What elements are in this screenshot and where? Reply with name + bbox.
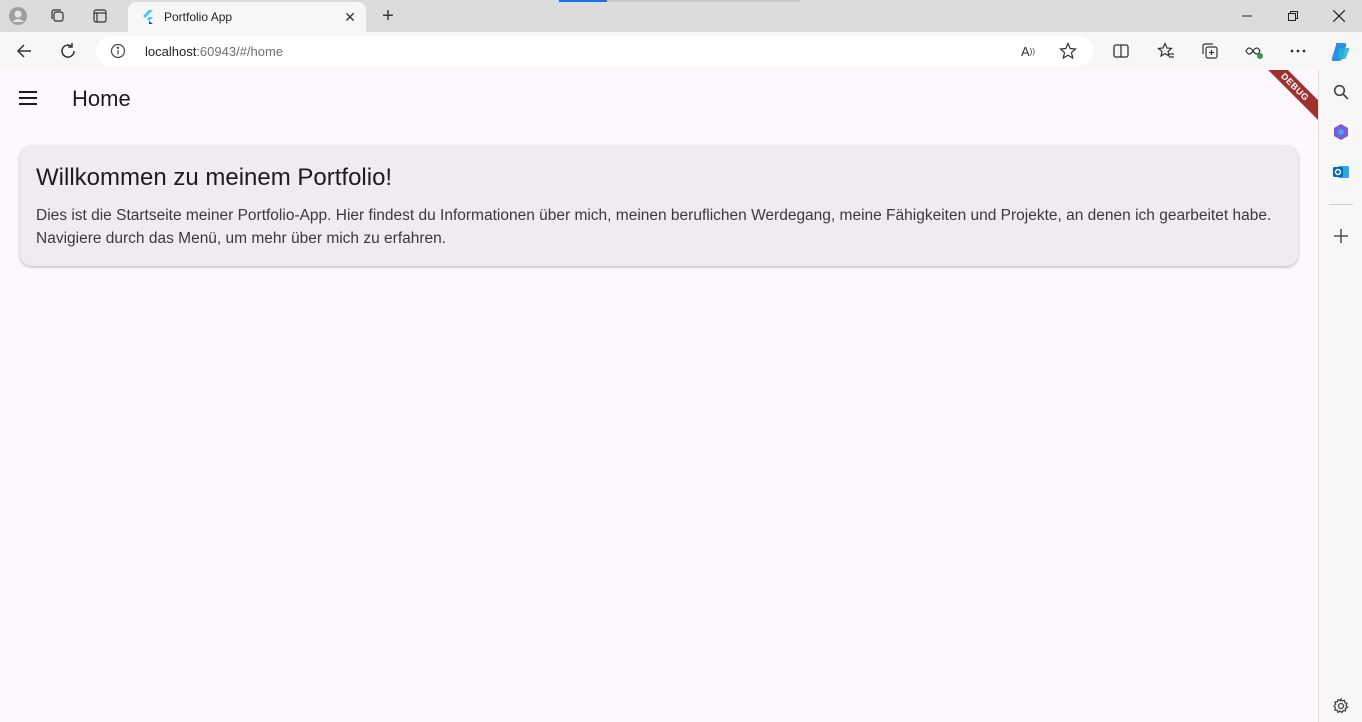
more-icon[interactable]	[1284, 37, 1312, 65]
close-tab-icon[interactable]: ✕	[338, 5, 362, 29]
restore-icon[interactable]	[1270, 0, 1316, 32]
card-title: Willkommen zu meinem Portfolio!	[36, 164, 393, 191]
minimize-icon[interactable]	[1224, 0, 1270, 32]
new-tab-icon[interactable]: +	[376, 4, 400, 28]
settings-icon[interactable]	[1329, 694, 1353, 718]
load-progress-bar	[559, 0, 800, 2]
browser-tab[interactable]: Portfolio App ✕	[128, 2, 366, 32]
page-viewport: Home DEBUG Willkommen zu meinem Portfoli…	[0, 70, 1318, 722]
sidebar-divider	[1329, 204, 1353, 205]
info-icon[interactable]	[110, 43, 126, 59]
hamburger-menu-icon[interactable]	[14, 84, 42, 112]
page-title: Home	[72, 86, 131, 111]
url-text[interactable]: localhost:60943/#/home	[145, 44, 283, 59]
url-host: localhost	[145, 44, 197, 59]
office-icon[interactable]	[1329, 120, 1353, 144]
title-bar: Portfolio App ✕ +	[0, 0, 1362, 32]
copilot-icon[interactable]	[1326, 37, 1354, 65]
browser-toolbar: localhost:60943/#/home A))	[0, 32, 1362, 70]
card-body: Dies ist die Startseite meiner Portfolio…	[36, 207, 1272, 247]
back-icon[interactable]	[10, 37, 38, 65]
tab-title: Portfolio App	[164, 10, 233, 24]
read-aloud-icon[interactable]: A))	[1018, 41, 1038, 61]
flutter-icon	[140, 9, 156, 25]
edge-sidebar	[1318, 70, 1362, 722]
profile-icon[interactable]	[6, 4, 30, 28]
collections-icon[interactable]	[1196, 37, 1224, 65]
outlook-icon[interactable]	[1329, 160, 1353, 184]
workspaces-icon[interactable]	[46, 4, 70, 28]
address-bar[interactable]: localhost:60943/#/home A))	[96, 36, 1094, 66]
close-window-icon[interactable]	[1316, 0, 1362, 32]
url-path: :60943/#/home	[196, 44, 284, 59]
welcome-card: Willkommen zu meinem Portfolio! Dies ist…	[20, 146, 1298, 266]
refresh-icon[interactable]	[54, 37, 82, 65]
add-icon[interactable]	[1329, 224, 1353, 248]
favorites-icon[interactable]	[1152, 37, 1180, 65]
favorite-star-icon[interactable]	[1058, 41, 1078, 61]
tab-actions-icon[interactable]	[88, 4, 112, 28]
search-icon[interactable]	[1329, 80, 1353, 104]
app-bar: Home	[0, 70, 1318, 126]
browser-essentials-icon[interactable]	[1240, 37, 1268, 65]
split-screen-icon[interactable]	[1107, 37, 1135, 65]
